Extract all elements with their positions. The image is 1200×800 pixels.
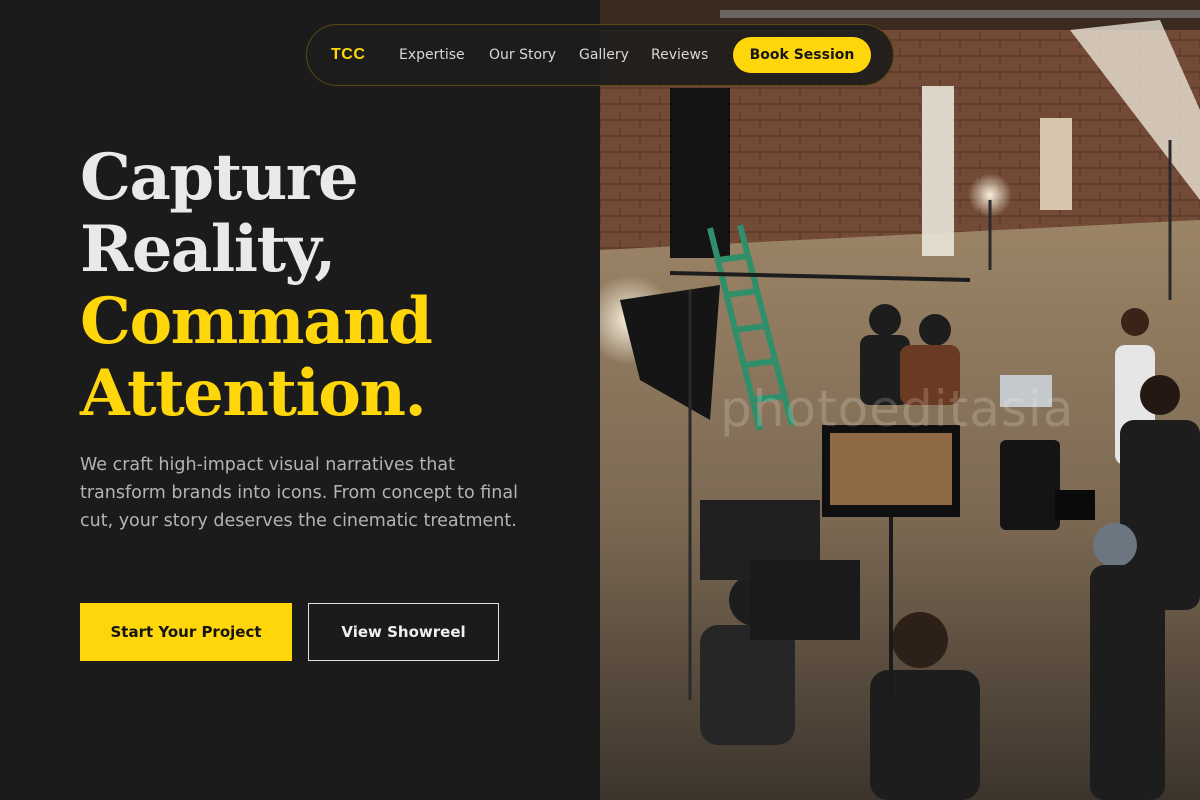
brand-logo[interactable]: TCC — [331, 46, 365, 64]
headline-line-2: Reality, — [80, 212, 336, 287]
photo-watermark: photoeditasia — [720, 380, 1075, 438]
nav-link-reviews[interactable]: Reviews — [651, 47, 708, 63]
headline-line-3: Command — [80, 284, 433, 359]
start-project-button[interactable]: Start Your Project — [80, 603, 292, 661]
headline-line-4: Attention. — [80, 356, 427, 431]
view-showreel-button[interactable]: View Showreel — [308, 603, 499, 661]
nav-link-our-story[interactable]: Our Story — [489, 47, 556, 63]
hero-subcopy: We craft high-impact visual narratives t… — [80, 455, 518, 531]
nav-link-gallery[interactable]: Gallery — [579, 47, 629, 63]
top-nav: TCC Expertise Our Story Gallery Reviews … — [306, 24, 894, 86]
hero-photo: photoeditasia — [600, 0, 1200, 800]
book-session-button[interactable]: Book Session — [733, 37, 871, 73]
hero-headline: Capture Reality, Command Attention. — [80, 142, 580, 430]
headline-line-1: Capture — [80, 140, 359, 215]
nav-link-expertise[interactable]: Expertise — [399, 47, 465, 63]
